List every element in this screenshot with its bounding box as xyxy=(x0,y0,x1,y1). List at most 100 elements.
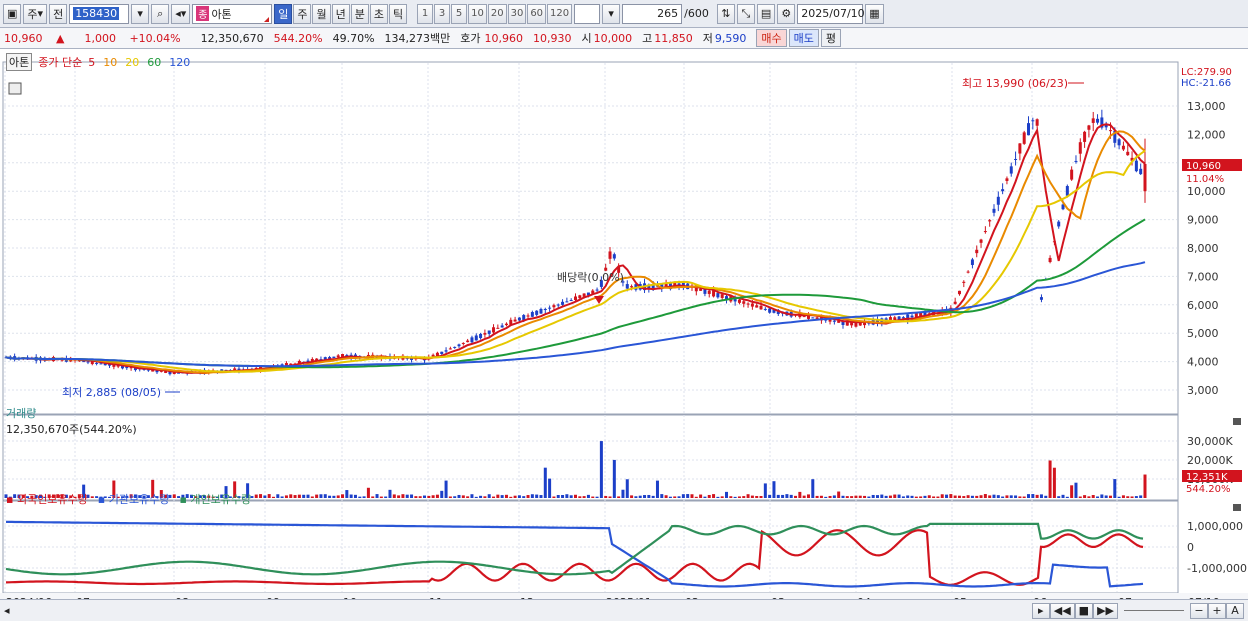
code-value: 158430 xyxy=(73,7,120,20)
interval-custom-field[interactable] xyxy=(574,3,601,24)
table-icon[interactable] xyxy=(8,82,22,95)
volume-bar xyxy=(1009,495,1013,498)
count-field[interactable]: 265 xyxy=(622,3,683,24)
volume-bar xyxy=(1031,494,1035,498)
volume-bar xyxy=(565,494,569,498)
toolbar: ▣ 주 ▾ 전 158430 ▾ ⌕ ◂▾ 종 아톤 일주월년분초틱 1 3 5 10 2… xyxy=(0,0,1248,28)
candle-settings-icon[interactable]: ⇅ xyxy=(716,3,735,24)
candle-body xyxy=(802,316,806,318)
volume-bar xyxy=(448,496,452,498)
interval-dropdown-icon[interactable]: ▾ xyxy=(602,3,621,24)
period-button-3[interactable]: 년 xyxy=(331,3,350,24)
period-button-1[interactable]: 주 xyxy=(293,3,312,24)
stop-icon[interactable]: ■ xyxy=(1074,602,1094,619)
candle-body xyxy=(1070,169,1074,180)
period-button-2[interactable]: 월 xyxy=(312,3,331,24)
code-dropdown-icon[interactable]: ▾ xyxy=(131,3,150,24)
candle-body xyxy=(479,333,483,339)
interval-button-5[interactable]: 5 xyxy=(451,3,468,24)
window-menu-icon[interactable]: ▣ xyxy=(3,3,22,24)
candle-body xyxy=(530,312,534,317)
ma-legend-120[interactable]: 120 xyxy=(169,56,190,69)
zoom-slider[interactable] xyxy=(1124,610,1184,611)
rewind-icon[interactable]: ◀◀ xyxy=(1049,602,1075,619)
interval-button-120[interactable]: 120 xyxy=(547,3,573,24)
candle-body xyxy=(1074,160,1078,162)
volume-bar xyxy=(323,494,327,498)
volume-ratio: 544.20% xyxy=(273,31,323,45)
volume-bar xyxy=(328,495,332,498)
volume-bar xyxy=(725,491,729,498)
period-button-6[interactable]: 틱 xyxy=(388,3,408,24)
volume-bar xyxy=(919,496,923,498)
stock-name-field[interactable]: 종 아톤 xyxy=(192,3,273,24)
interval-button-30[interactable]: 30 xyxy=(507,3,527,24)
interval-button-10[interactable]: 10 xyxy=(468,3,487,24)
holdings-panel-close-icon[interactable] xyxy=(1233,504,1241,511)
scroll-right-icon[interactable]: ▸ xyxy=(1031,602,1050,619)
eval-button[interactable]: 평 xyxy=(820,29,842,47)
interval-button-1[interactable]: 1 xyxy=(417,3,434,24)
volume-bar xyxy=(910,495,914,498)
zoom-out-icon[interactable]: − xyxy=(1190,602,1208,619)
candle-body xyxy=(474,335,478,341)
candle-body xyxy=(716,293,720,298)
sound-icon[interactable]: ◂▾ xyxy=(171,3,191,24)
font-size-icon[interactable]: A xyxy=(1226,602,1244,619)
holdings-tick-label: 0 xyxy=(1187,541,1194,554)
volume-bar xyxy=(945,494,949,498)
zoom-in-icon[interactable]: + xyxy=(1208,602,1226,619)
scroll-left-icon[interactable]: ◂ xyxy=(4,604,10,617)
sell-button[interactable]: 매도 xyxy=(788,29,819,47)
chart-area[interactable]: 13,00012,00011,00010,0009,0008,0007,0006… xyxy=(0,49,1248,621)
candle-body xyxy=(996,196,1000,205)
volume-bar xyxy=(681,494,685,498)
calendar-icon[interactable]: ▦ xyxy=(865,3,884,24)
draw-tool-icon[interactable]: ⤡ xyxy=(736,3,755,24)
save-icon[interactable]: ▤ xyxy=(756,3,776,24)
candle-body xyxy=(99,363,103,365)
stock-name-legend[interactable]: 아톤 xyxy=(6,53,33,71)
ma-legend-20[interactable]: 20 xyxy=(125,56,139,69)
interval-button-20[interactable]: 20 xyxy=(487,3,507,24)
volume-bar xyxy=(1070,485,1074,498)
volume-bar xyxy=(927,495,931,498)
code-input[interactable]: 158430 xyxy=(69,3,130,24)
volume-bar xyxy=(561,494,565,498)
buy-button[interactable]: 매수 xyxy=(756,29,787,47)
period-button-4[interactable]: 분 xyxy=(350,3,369,24)
interval-button-60[interactable]: 60 xyxy=(527,3,547,24)
holdings-legend-item[interactable]: ▪ 개인보유수량 xyxy=(179,491,251,507)
volume-bar xyxy=(349,494,353,498)
volume-bar xyxy=(1022,496,1026,498)
volume-bar xyxy=(694,496,698,498)
search-icon[interactable]: ⌕ xyxy=(151,3,170,24)
volume-bar xyxy=(492,496,496,498)
type-select[interactable]: 주 ▾ xyxy=(23,3,48,24)
prev-button[interactable]: 전 xyxy=(49,3,68,24)
candle-body xyxy=(1039,297,1043,300)
volume-panel-frame xyxy=(2,414,1179,501)
ma-legend-60[interactable]: 60 xyxy=(147,56,161,69)
holdings-tick-label: -1,000,000 xyxy=(1187,562,1247,575)
fast-forward-icon[interactable]: ▶▶ xyxy=(1093,602,1118,619)
volume-bar xyxy=(845,496,849,498)
date-field[interactable]: 2025/07/10 xyxy=(797,3,865,24)
candle-body xyxy=(565,301,569,303)
volume-bar xyxy=(888,495,892,498)
volume-panel-close-icon[interactable] xyxy=(1233,418,1241,425)
ma-legend-10[interactable]: 10 xyxy=(103,56,117,69)
candle-body xyxy=(1143,163,1147,192)
candle-body xyxy=(957,290,961,295)
ma-legend-5[interactable]: 5 xyxy=(88,56,95,69)
period-button-0[interactable]: 일 xyxy=(274,3,293,24)
current-price: 10,960 ▲ xyxy=(4,31,65,45)
volume-bar xyxy=(504,494,508,498)
period-button-5[interactable]: 초 xyxy=(369,3,388,24)
holdings-legend-item[interactable]: ▪ 외국인보유수량 xyxy=(6,491,88,507)
volume-bar xyxy=(690,494,694,498)
gear-icon[interactable]: ⚙ xyxy=(777,3,796,24)
holdings-legend-item[interactable]: ▪ 기관보유수량 xyxy=(98,491,170,507)
interval-button-3[interactable]: 3 xyxy=(434,3,451,24)
chart-scrollbar[interactable]: ◂ ▸ ◀◀ ■ ▶▶ − + A xyxy=(0,599,1248,621)
